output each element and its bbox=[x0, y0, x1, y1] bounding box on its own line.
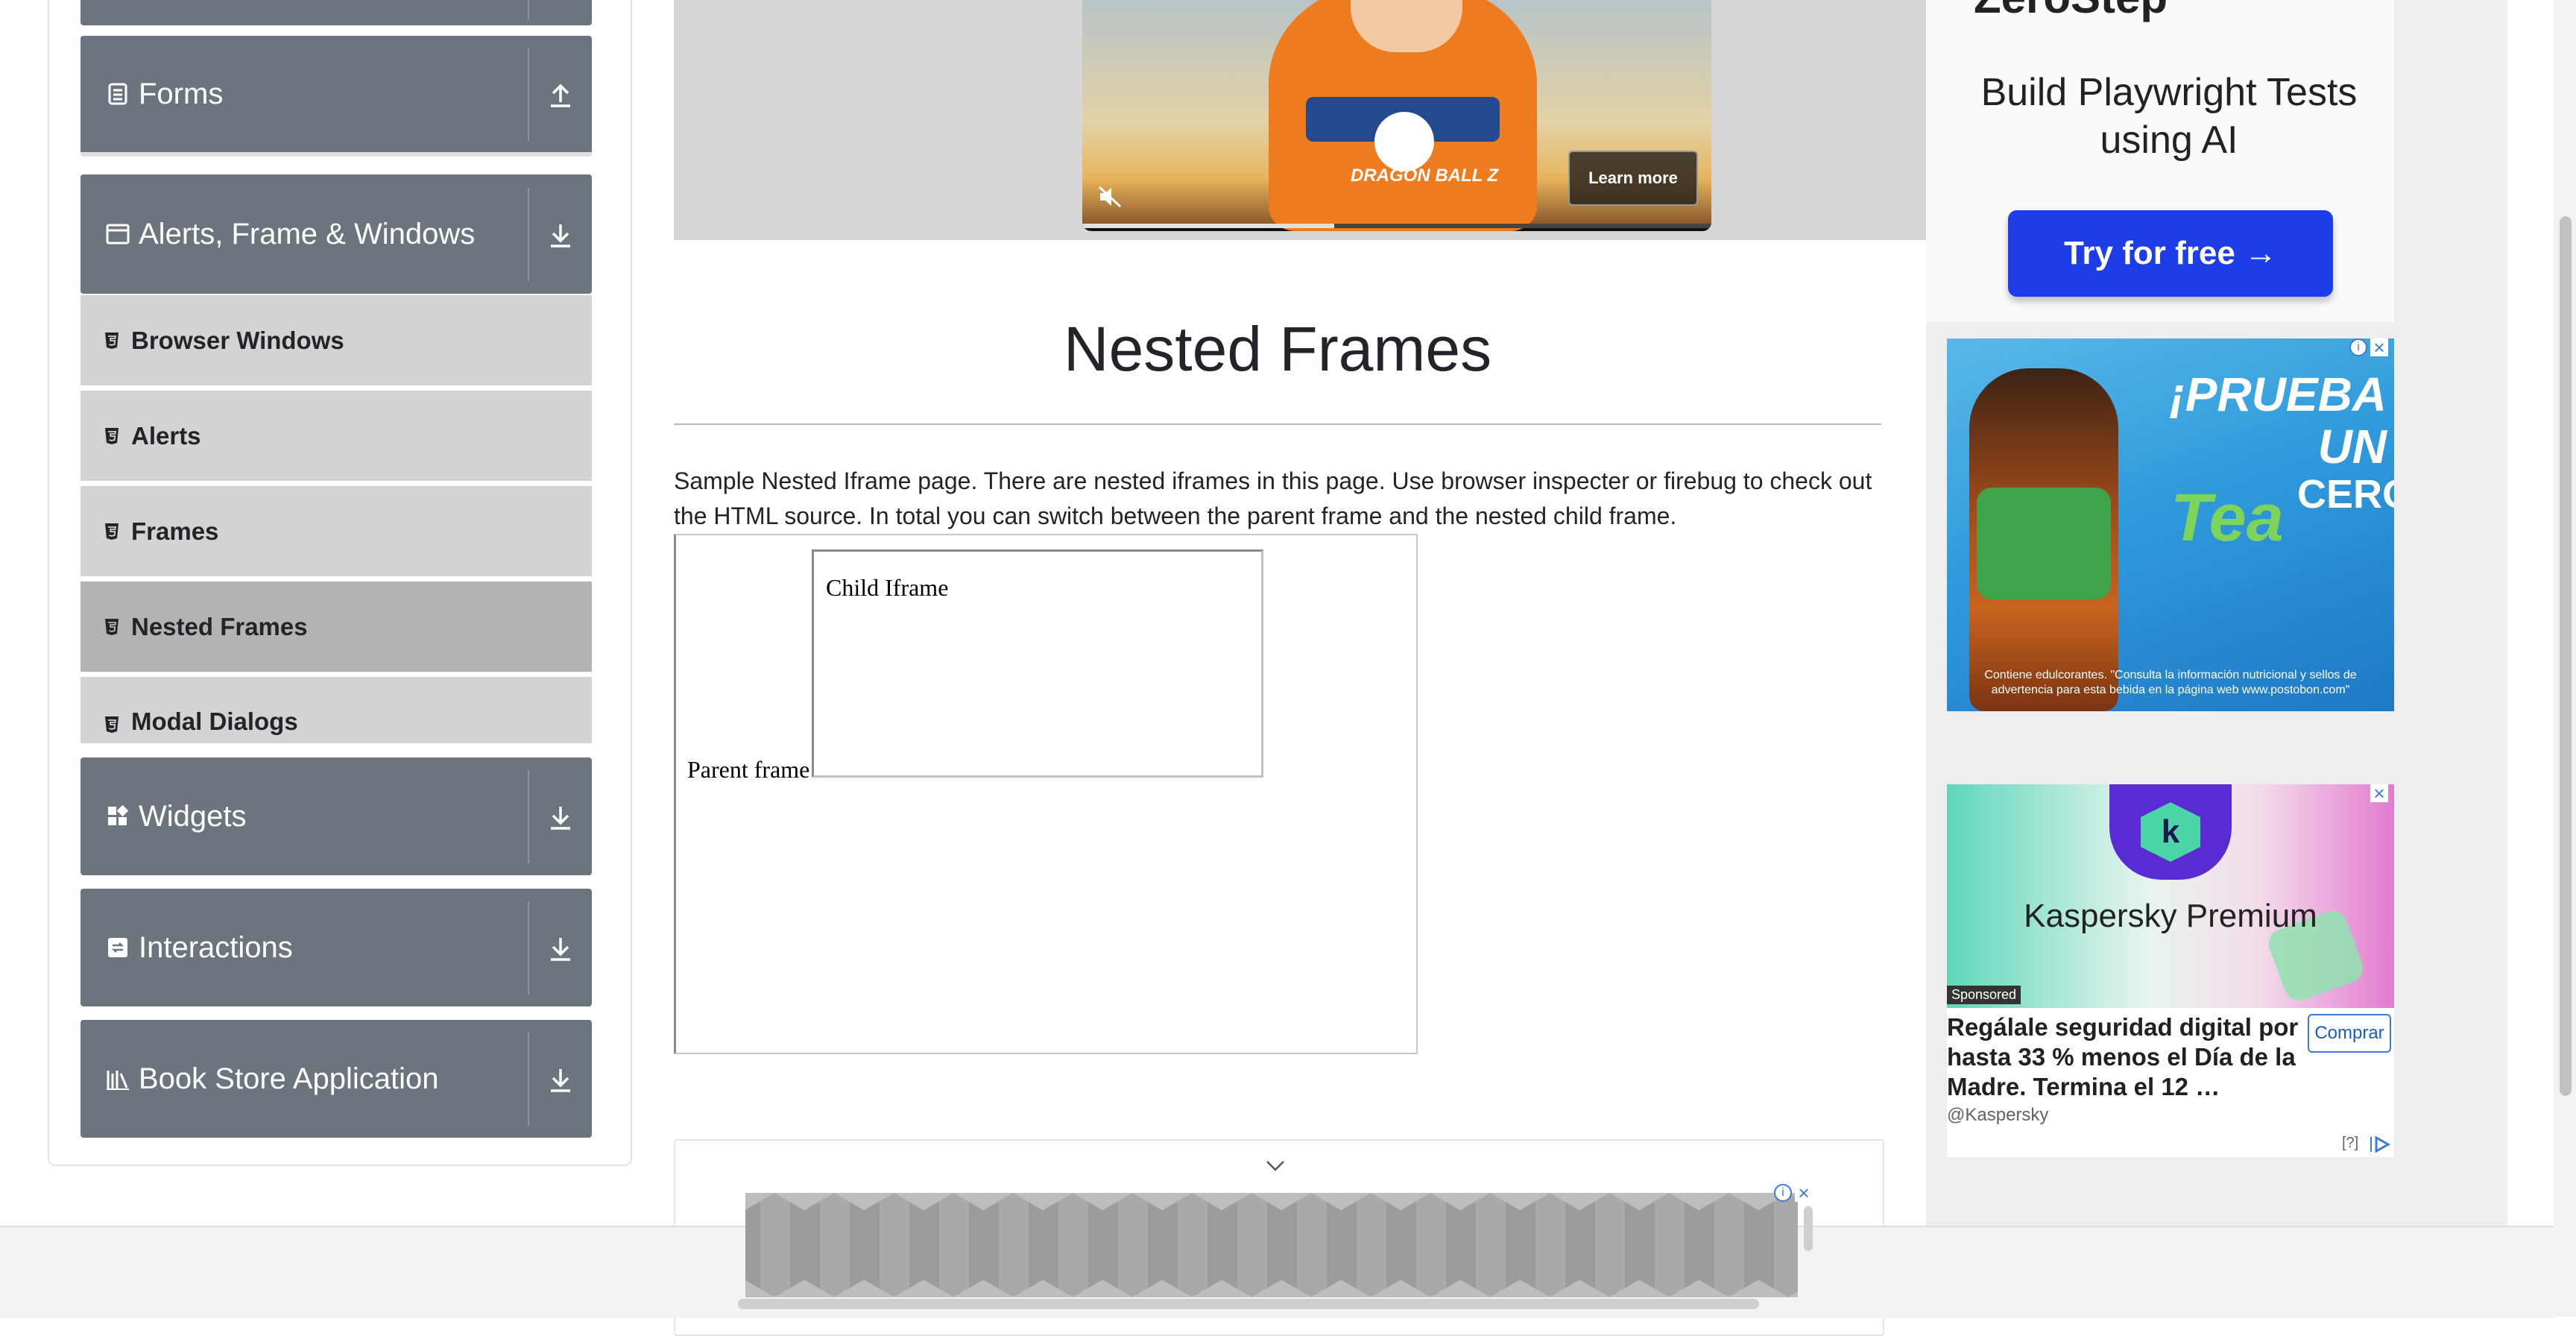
learn-more-button[interactable]: Learn more bbox=[1568, 151, 1698, 206]
tea-ad[interactable]: ¡PRUEBA UN Tea CERO Contiene edulcorante… bbox=[1947, 338, 2394, 711]
bottle-label-image bbox=[1977, 488, 2111, 599]
expand-icon[interactable] bbox=[529, 757, 592, 875]
sticky-ad-choices[interactable]: i × bbox=[1774, 1182, 1813, 1204]
sponsored-badge: Sponsored bbox=[1947, 986, 2021, 1004]
sidebar-item-label: Nested Frames bbox=[131, 612, 308, 640]
tea-cero: CERO bbox=[2297, 472, 2394, 517]
sticky-ad-hscrollbar[interactable] bbox=[738, 1299, 1759, 1309]
expand-icon[interactable] bbox=[529, 174, 592, 294]
video-ad[interactable]: DRAGON BALL Z Learn more bbox=[1082, 0, 1711, 231]
sidebar-item-label: Modal Dialogs bbox=[131, 708, 298, 735]
group-label-interactions: Interactions bbox=[139, 930, 293, 964]
html5-icon bbox=[101, 330, 122, 352]
group-label-widgets: Widgets bbox=[139, 799, 247, 833]
group-label-forms: Forms bbox=[139, 77, 224, 110]
form-icon bbox=[104, 81, 131, 107]
html5-icon bbox=[101, 616, 122, 638]
sidebar-item-modal-dialogs[interactable]: Modal Dialogs bbox=[80, 677, 592, 746]
group-header-book-store[interactable]: Book Store Application bbox=[80, 1020, 592, 1138]
sidebar-item-alerts[interactable]: Alerts bbox=[80, 391, 592, 483]
kaspersky-handle: @Kaspersky bbox=[1947, 1105, 2049, 1125]
window-icon bbox=[104, 221, 131, 248]
expand-icon[interactable] bbox=[529, 1020, 592, 1138]
page-title: Nested Frames bbox=[1063, 314, 1492, 384]
sidebar-item-browser-windows[interactable]: Browser Windows bbox=[80, 295, 592, 388]
tea-brand: Tea bbox=[2171, 481, 2284, 555]
zerostep-logo: ZeroStep bbox=[1974, 0, 2168, 23]
group-label-book-store: Book Store Application bbox=[139, 1062, 439, 1095]
sidebar-item-label: Frames bbox=[131, 517, 219, 545]
book-icon bbox=[104, 1065, 131, 1092]
sticky-ad-scrollbar[interactable] bbox=[1804, 1206, 1813, 1251]
ad-choices[interactable]: i × bbox=[2349, 338, 2388, 359]
kaspersky-title: Kaspersky Premium bbox=[2024, 898, 2317, 934]
group-header-alerts-frame-windows[interactable]: Alerts, Frame & Windows bbox=[80, 174, 592, 294]
widgets-icon bbox=[104, 803, 131, 830]
html5-icon bbox=[101, 713, 122, 736]
group-header-forms[interactable]: Forms bbox=[80, 36, 592, 157]
title-divider bbox=[674, 423, 1881, 425]
zerostep-headline: Build Playwright Tests using AI bbox=[1980, 71, 2358, 162]
try-for-free-button[interactable]: Try for free → bbox=[2008, 210, 2333, 297]
mute-icon[interactable] bbox=[1096, 182, 1126, 212]
tea-legal-text: Contiene edulcorantes. "Consulta la info… bbox=[1984, 669, 2357, 696]
video-logo: DRAGON BALL Z bbox=[1351, 166, 1499, 186]
interactions-icon bbox=[104, 934, 131, 961]
video-character-emblem bbox=[1374, 112, 1434, 171]
sidebar-item-label: Browser Windows bbox=[131, 326, 344, 354]
comprar-button[interactable]: Comprar bbox=[2308, 1014, 2391, 1053]
sidebar-item-frames[interactable]: Frames bbox=[80, 486, 592, 579]
kaspersky-logo: k bbox=[2109, 784, 2232, 880]
expand-icon[interactable] bbox=[529, 889, 592, 1006]
page-description: Sample Nested Iframe page. There are nes… bbox=[674, 467, 1872, 529]
parent-frame-text: Parent frame bbox=[687, 756, 810, 783]
close-icon[interactable]: × bbox=[2370, 782, 2388, 804]
ad-info-link[interactable]: [?] bbox=[2342, 1135, 2358, 1152]
sidebar-item-label: Alerts bbox=[131, 421, 201, 450]
adchoices-icon[interactable] bbox=[2369, 1135, 2391, 1158]
kaspersky-ad[interactable]: k Kaspersky Premium Sponsored × Regálale… bbox=[1947, 782, 2394, 1158]
close-icon[interactable]: × bbox=[2370, 338, 2388, 359]
sticky-ad-image[interactable] bbox=[745, 1193, 1798, 1297]
sidebar-item-nested-frames[interactable]: Nested Frames bbox=[80, 582, 592, 674]
close-icon[interactable]: × bbox=[1795, 1182, 1813, 1204]
info-icon[interactable]: i bbox=[1774, 1184, 1792, 1202]
html5-icon bbox=[101, 425, 122, 447]
chevron-down-icon[interactable] bbox=[1264, 1154, 1287, 1176]
page-scrollbar-thumb[interactable] bbox=[2560, 216, 2572, 1096]
tea-headline: ¡PRUEBA UN bbox=[2169, 368, 2387, 473]
group-label-alerts: Alerts, Frame & Windows bbox=[139, 217, 476, 250]
info-icon[interactable]: i bbox=[2349, 338, 2367, 356]
group-header-interactions[interactable]: Interactions bbox=[80, 889, 592, 1006]
video-progress-fill bbox=[1082, 224, 1334, 228]
group-header-widgets[interactable]: Widgets bbox=[80, 757, 592, 875]
group-header-elements[interactable] bbox=[80, 0, 592, 25]
collapse-icon[interactable] bbox=[529, 36, 592, 152]
child-frame-text: Child Iframe bbox=[826, 574, 949, 601]
html5-icon bbox=[101, 520, 122, 543]
kaspersky-copy: Regálale seguridad digital por hasta 33 … bbox=[1947, 1013, 2299, 1100]
